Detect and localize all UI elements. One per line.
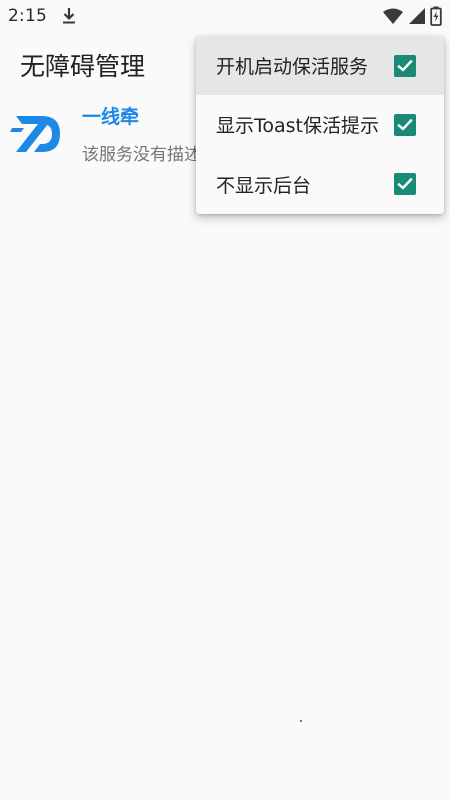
checkbox-checked[interactable] <box>394 113 416 136</box>
download-icon <box>61 7 77 25</box>
status-bar: 2:15 <box>0 0 450 32</box>
checkbox-checked[interactable] <box>394 173 416 196</box>
signal-icon <box>408 7 426 25</box>
service-name: 一线牵 <box>82 106 140 128</box>
menu-item-toast-keepalive[interactable]: 显示Toast保活提示 <box>196 95 444 154</box>
menu-item-label: 显示Toast保活提示 <box>216 115 379 138</box>
checkbox-checked[interactable] <box>394 54 416 77</box>
menu-item-label: 不显示后台 <box>216 174 312 197</box>
status-right <box>382 6 442 26</box>
page-title: 无障碍管理 <box>20 52 146 81</box>
status-time: 2:15 <box>8 6 47 26</box>
menu-item-hide-background[interactable]: 不显示后台 <box>196 155 444 214</box>
popup-menu: 开机启动保活服务 显示Toast保活提示 不显示后台 <box>196 36 444 214</box>
menu-item-boot-keepalive[interactable]: 开机启动保活服务 <box>196 36 444 96</box>
menu-item-label: 开机启动保活服务 <box>216 56 369 79</box>
check-icon <box>397 118 413 131</box>
battery-charging-icon <box>430 6 442 26</box>
screen-artifact-dot <box>300 720 302 722</box>
wifi-icon <box>382 7 404 25</box>
status-left: 2:15 <box>8 6 77 26</box>
app-logo-icon <box>10 106 66 162</box>
service-description: 该服务没有描述 <box>82 145 201 165</box>
check-icon <box>397 178 413 190</box>
check-icon <box>397 59 413 72</box>
